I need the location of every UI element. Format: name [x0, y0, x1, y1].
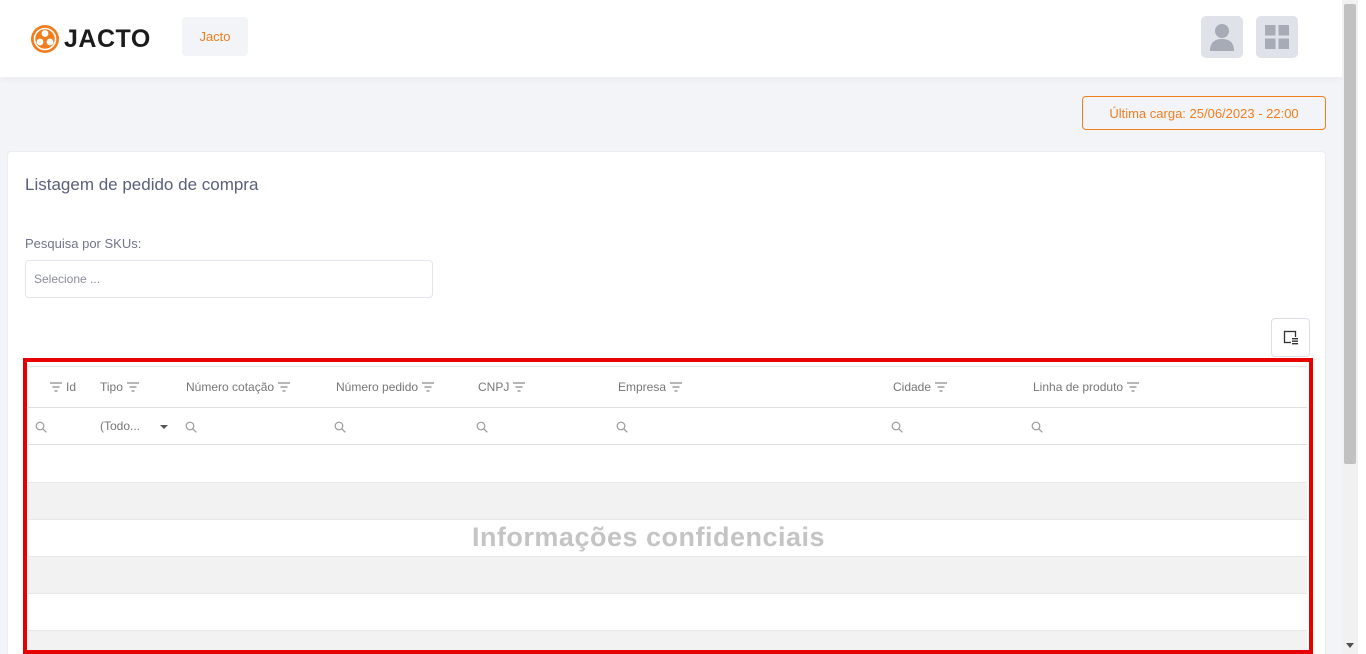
logo-text: JACTO [64, 24, 151, 53]
apps-grid-icon [1265, 25, 1289, 49]
sku-search-label: Pesquisa por SKUs: [25, 236, 142, 251]
apps-grid-button[interactable] [1256, 16, 1298, 58]
scroll-thumb[interactable] [1344, 4, 1356, 464]
last-load-badge: Última carga: 25/06/2023 - 22:00 [1082, 96, 1326, 130]
jacto-logo[interactable]: JACTO [30, 24, 151, 54]
sku-search-input[interactable] [25, 260, 433, 298]
column-chooser-button[interactable] [1271, 318, 1310, 357]
user-profile-button[interactable] [1201, 16, 1243, 58]
user-avatar-icon [1210, 24, 1234, 51]
top-header: JACTO Jacto [0, 0, 1342, 77]
page-title: Listagem de pedido de compra [25, 175, 259, 194]
jacto-logo-icon [31, 25, 59, 53]
highlight-frame [23, 358, 1313, 654]
company-selector-chip[interactable]: Jacto [182, 17, 248, 56]
scroll-down-arrow-icon[interactable] [1346, 643, 1354, 648]
right-edge [1358, 0, 1366, 654]
page-scrollbar[interactable] [1342, 0, 1358, 654]
column-chooser-icon [1283, 330, 1298, 345]
